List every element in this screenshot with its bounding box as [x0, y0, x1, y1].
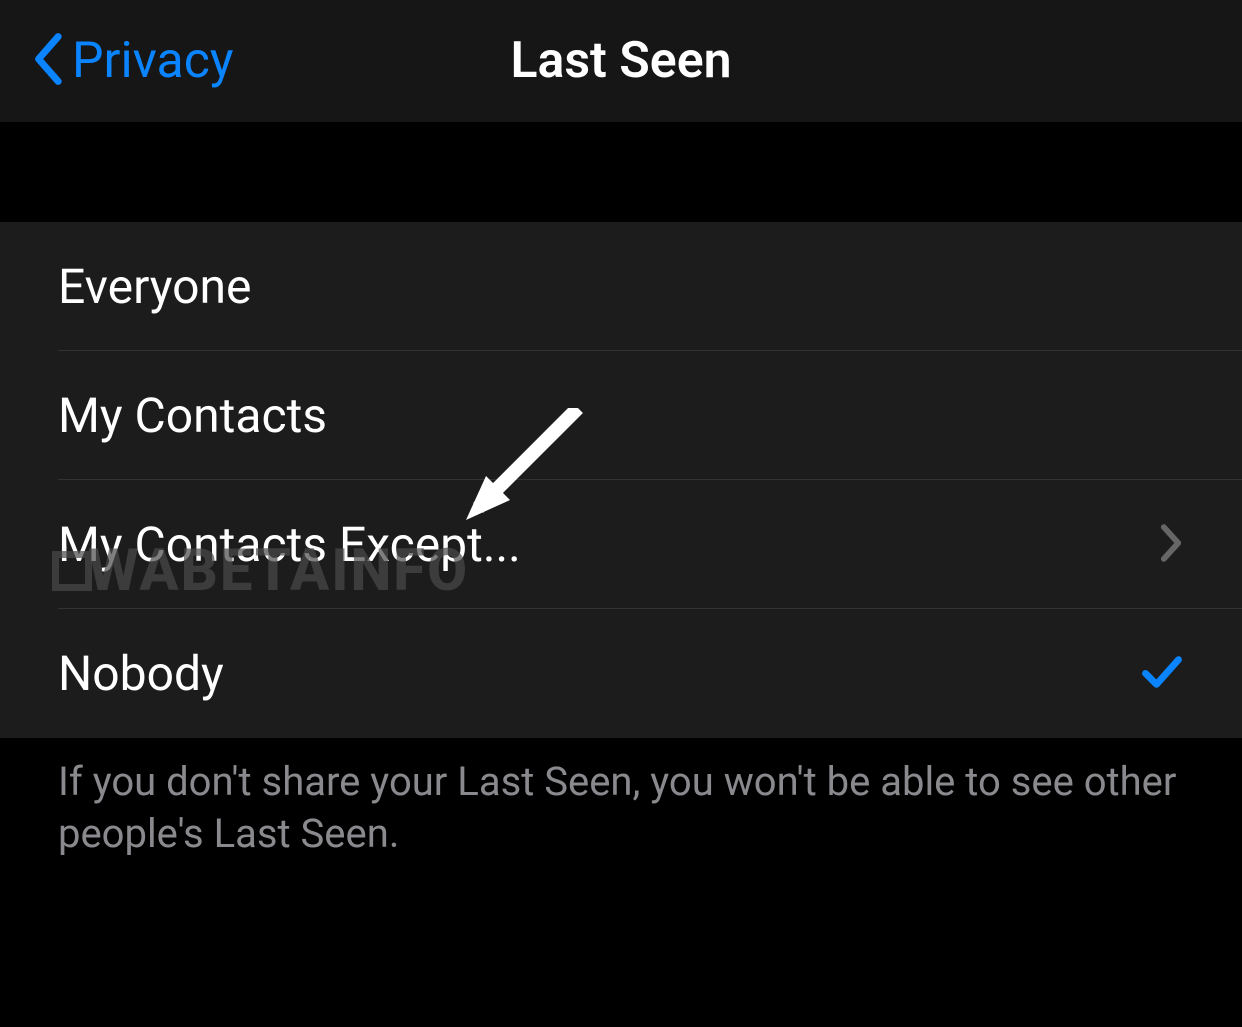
option-label: Everyone [58, 258, 251, 315]
back-button[interactable]: Privacy [30, 31, 234, 91]
option-label: My Contacts Except... [58, 516, 521, 573]
option-my-contacts[interactable]: My Contacts [0, 351, 1242, 480]
checkmark-icon [1140, 652, 1184, 696]
option-nobody[interactable]: Nobody [0, 609, 1242, 738]
option-label: Nobody [58, 645, 224, 702]
navigation-bar: Privacy Last Seen [0, 0, 1242, 122]
section-spacer [0, 122, 1242, 222]
option-my-contacts-except[interactable]: My Contacts Except... [0, 480, 1242, 609]
option-everyone[interactable]: Everyone [0, 222, 1242, 351]
chevron-right-icon [1158, 521, 1184, 569]
chevron-left-icon [30, 31, 64, 91]
option-label: My Contacts [58, 387, 327, 444]
page-title: Last Seen [510, 32, 731, 90]
back-label: Privacy [72, 32, 234, 90]
footer-description: If you don't share your Last Seen, you w… [0, 738, 1242, 878]
options-list: Everyone My Contacts My Contacts Except.… [0, 222, 1242, 738]
